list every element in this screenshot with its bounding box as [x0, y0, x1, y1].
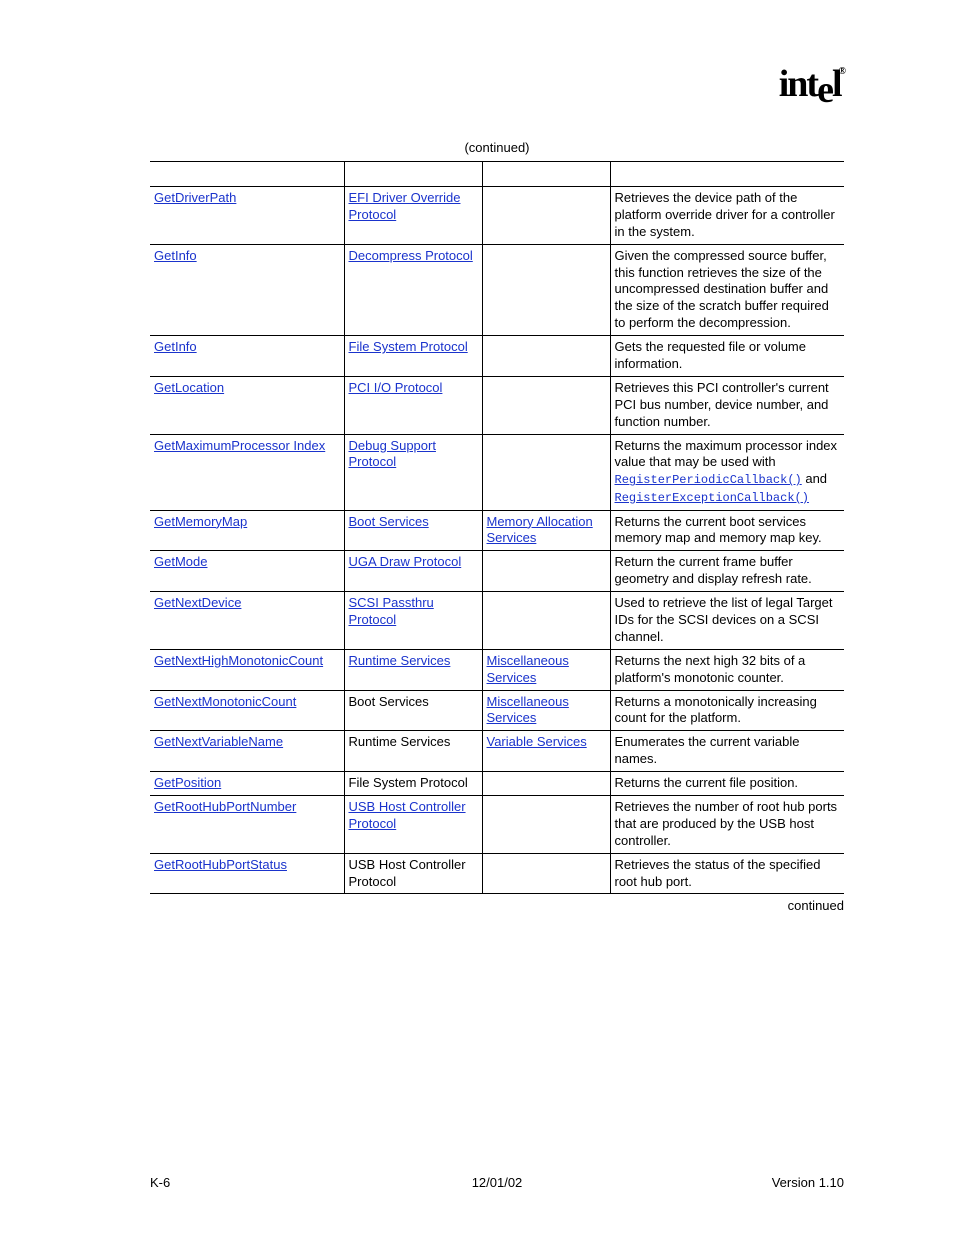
function-link[interactable]: GetRootHubPortStatus [154, 857, 287, 872]
service-link[interactable]: PCI I/O Protocol [349, 380, 443, 395]
service-link: Runtime Services [349, 734, 451, 749]
description-cell: Retrieves the number of root hub ports t… [610, 796, 844, 854]
description-cell: Enumerates the current variable names. [610, 731, 844, 772]
table-row: GetNextHighMonotonicCount Runtime Service… [150, 649, 844, 690]
function-link[interactable]: GetPosition [154, 775, 221, 790]
service-link: File System Protocol [349, 775, 468, 790]
description-cell: Returns the current boot services memory… [610, 510, 844, 551]
function-link[interactable]: GetMaximumProcessor Index [154, 438, 325, 453]
description-cell: Returns the current file position. [610, 772, 844, 796]
function-link[interactable]: GetLocation [154, 380, 224, 395]
description-cell: Retrieves the device path of the platfor… [610, 187, 844, 245]
function-link[interactable]: GetRootHubPortNumber [154, 799, 296, 814]
function-link[interactable]: GetNextHighMonotonicCount [154, 653, 323, 668]
table-row: GetMemoryMap Boot Services Memory Allocati… [150, 510, 844, 551]
description-cell: Used to retrieve the list of legal Targe… [610, 592, 844, 650]
function-link[interactable]: GetMode [154, 554, 207, 569]
service-link[interactable]: File System Protocol [349, 339, 468, 354]
table-row: GetPosition File System Protocol Returns t… [150, 772, 844, 796]
table-row: GetNextMonotonicCount Boot Services Miscel… [150, 690, 844, 731]
service-link[interactable]: Decompress Protocol [349, 248, 473, 263]
subservice-link[interactable]: Memory Allocation Services [487, 514, 593, 546]
table-row: GetNextDevice SCSI Passthru Protocol Used … [150, 592, 844, 650]
footer-right: Version 1.10 [772, 1175, 844, 1190]
service-link[interactable]: EFI Driver Override Protocol [349, 190, 461, 222]
table-row: GetInfo File System Protocol Gets the requ… [150, 336, 844, 377]
description-cell: Retrieves this PCI controller's current … [610, 376, 844, 434]
description-cell: Return the current frame buffer geometry… [610, 551, 844, 592]
service-link: USB Host Controller Protocol [349, 857, 466, 889]
table-row: GetNextVariableName Runtime Services Varia… [150, 731, 844, 772]
footer-center: 12/01/02 [150, 1175, 844, 1190]
service-link: Boot Services [349, 694, 429, 709]
function-link[interactable]: GetNextVariableName [154, 734, 283, 749]
table-caption: (continued) [150, 140, 844, 155]
table-row: GetInfo Decompress Protocol Given the comp… [150, 244, 844, 335]
description-cell: Returns the maximum processor index valu… [610, 434, 844, 510]
subservice-link[interactable]: Miscellaneous Services [487, 694, 569, 726]
service-link[interactable]: SCSI Passthru Protocol [349, 595, 434, 627]
function-link[interactable]: GetNextMonotonicCount [154, 694, 296, 709]
col-description [610, 162, 844, 187]
table-row: GetLocation PCI I/O Protocol Retrieves thi… [150, 376, 844, 434]
function-link[interactable]: GetInfo [154, 339, 197, 354]
description-cell: Returns a monotonically increasing count… [610, 690, 844, 731]
description-cell: Retrieves the status of the specified ro… [610, 853, 844, 894]
function-link[interactable]: GetDriverPath [154, 190, 236, 205]
service-link[interactable]: USB Host Controller Protocol [349, 799, 466, 831]
function-table: GetDriverPath EFI Driver Override Protoco… [150, 161, 844, 894]
subservice-link[interactable]: Miscellaneous Services [487, 653, 569, 685]
col-subservice [482, 162, 610, 187]
col-function [150, 162, 344, 187]
function-link[interactable]: GetMemoryMap [154, 514, 247, 529]
table-row: GetDriverPath EFI Driver Override Protoco… [150, 187, 844, 245]
code-ref[interactable]: RegisterExceptionCallback() [615, 491, 809, 505]
description-cell: Returns the next high 32 bits of a platf… [610, 649, 844, 690]
col-service [344, 162, 482, 187]
subservice-link[interactable]: Variable Services [487, 734, 587, 749]
service-link[interactable]: Debug Support Protocol [349, 438, 436, 470]
table-row: GetMaximumProcessor Index Debug Support P… [150, 434, 844, 510]
table-row: GetRootHubPortNumber USB Host Controller … [150, 796, 844, 854]
function-link[interactable]: GetInfo [154, 248, 197, 263]
table-row: GetRootHubPortStatus USB Host Controller … [150, 853, 844, 894]
description-cell: Given the compressed source buffer, this… [610, 244, 844, 335]
table-row: GetMode UGA Draw Protocol Return the curre… [150, 551, 844, 592]
service-link[interactable]: Boot Services [349, 514, 429, 529]
code-ref[interactable]: RegisterPeriodicCallback() [615, 473, 802, 487]
service-link[interactable]: UGA Draw Protocol [349, 554, 462, 569]
page: intel® (continued) GetDriverPath EFI Driv… [0, 0, 954, 1235]
continued-note: continued [150, 898, 844, 913]
function-link[interactable]: GetNextDevice [154, 595, 241, 610]
description-cell: Gets the requested file or volume inform… [610, 336, 844, 377]
service-link[interactable]: Runtime Services [349, 653, 451, 668]
intel-logo: intel® [779, 62, 846, 106]
